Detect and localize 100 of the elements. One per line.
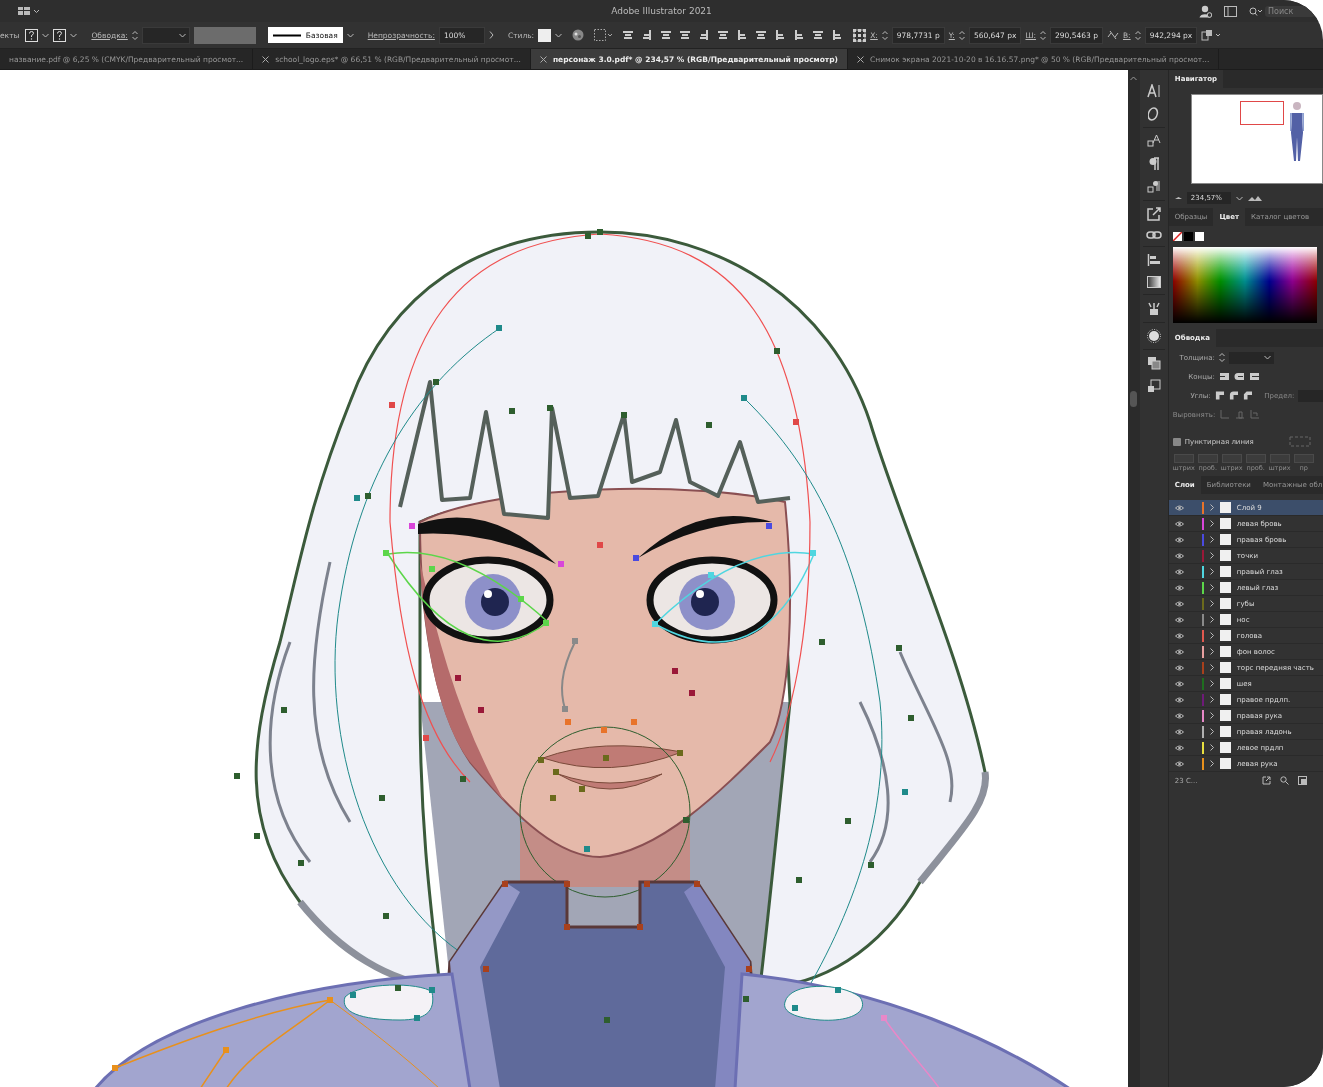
panel-layout-icon[interactable] <box>1224 5 1237 17</box>
dash-field[interactable] <box>1173 454 1194 463</box>
stroke-weight-field[interactable] <box>1228 351 1274 364</box>
chevron-right-icon[interactable] <box>1209 712 1214 719</box>
paragraph-icon[interactable] <box>1147 157 1160 171</box>
eye-icon[interactable] <box>1174 552 1184 559</box>
opentype-icon[interactable] <box>1147 107 1160 121</box>
gradient-icon[interactable] <box>1146 276 1161 288</box>
chevron-right-icon[interactable] <box>1209 680 1214 687</box>
eye-icon[interactable] <box>1174 616 1184 623</box>
eye-icon[interactable] <box>1174 504 1184 511</box>
eye-icon[interactable] <box>1174 760 1184 767</box>
search-field[interactable]: Поиск <box>1265 5 1315 17</box>
color-spectrum[interactable] <box>1172 247 1317 323</box>
stepper-icon[interactable] <box>1040 29 1047 41</box>
chevron-right-icon[interactable] <box>1209 744 1214 751</box>
eye-icon[interactable] <box>1174 744 1184 751</box>
eye-icon[interactable] <box>1174 600 1184 607</box>
close-icon[interactable] <box>262 55 270 63</box>
pathfinder-icon[interactable] <box>1146 356 1161 370</box>
close-icon[interactable] <box>539 55 547 63</box>
distribute-center-icon[interactable] <box>812 29 825 41</box>
chevron-down-icon[interactable] <box>1263 355 1271 360</box>
stroke-unknown-icon[interactable] <box>53 28 67 42</box>
eye-icon[interactable] <box>1174 536 1184 543</box>
links-icon[interactable] <box>1145 230 1162 240</box>
stepper-icon[interactable] <box>1134 29 1141 41</box>
chevron-right-icon[interactable] <box>1209 504 1214 511</box>
chevron-right-icon[interactable] <box>1209 616 1214 623</box>
distribute-middle-icon[interactable] <box>755 29 768 41</box>
eye-icon[interactable] <box>1174 680 1184 687</box>
scroll-handle[interactable] <box>1130 391 1138 407</box>
eye-icon[interactable] <box>1174 696 1184 703</box>
none-swatch-icon[interactable] <box>1172 232 1182 241</box>
dashed-line-checkbox[interactable] <box>1172 437 1181 446</box>
eye-icon[interactable] <box>1174 728 1184 735</box>
appearance-icon[interactable] <box>1146 329 1161 343</box>
round-cap-icon[interactable] <box>1233 371 1245 382</box>
eye-icon[interactable] <box>1174 584 1184 591</box>
chevron-right-icon[interactable] <box>1209 520 1214 527</box>
eye-icon[interactable] <box>1174 664 1184 671</box>
dash-field[interactable] <box>1293 454 1314 463</box>
butt-cap-icon[interactable] <box>1218 371 1230 382</box>
align-left-icon[interactable] <box>622 29 635 41</box>
export-icon[interactable] <box>1146 207 1161 221</box>
align-top-icon[interactable] <box>679 29 692 41</box>
eye-icon[interactable] <box>1174 568 1184 575</box>
user-add-icon[interactable] <box>1199 4 1212 18</box>
eye-icon[interactable] <box>1174 520 1184 527</box>
eye-icon[interactable] <box>1174 632 1184 639</box>
swatch-icon[interactable] <box>1183 232 1193 241</box>
style-swatch[interactable] <box>538 28 552 42</box>
chevron-down-icon[interactable] <box>1235 195 1243 201</box>
zoom-out-icon[interactable] <box>1174 196 1182 200</box>
character-styles-icon[interactable] <box>1146 134 1161 148</box>
chevron-right-icon[interactable] <box>1209 600 1214 607</box>
align-to-icon[interactable] <box>594 29 615 41</box>
chevron-right-icon[interactable] <box>1209 696 1214 703</box>
chevron-down-icon[interactable] <box>42 32 50 38</box>
align-icon[interactable] <box>1146 253 1161 267</box>
chevron-right-icon[interactable] <box>488 31 494 39</box>
dash-field[interactable] <box>1269 454 1290 463</box>
chevron-right-icon[interactable] <box>1209 632 1214 639</box>
swatch-icon[interactable] <box>1194 232 1204 241</box>
dash-field[interactable] <box>1221 454 1242 463</box>
chevron-right-icon[interactable] <box>1209 728 1214 735</box>
stepper-icon[interactable] <box>131 29 138 41</box>
clipping-mask-icon[interactable] <box>1298 776 1307 785</box>
fill-unknown-icon[interactable] <box>25 28 39 42</box>
chevron-down-icon[interactable] <box>555 32 563 38</box>
dash-field[interactable] <box>1197 454 1218 463</box>
chevron-down-icon[interactable] <box>346 32 354 38</box>
eye-icon[interactable] <box>1174 712 1184 719</box>
artboard-canvas[interactable] <box>0 70 1128 1087</box>
puppet-warp-icon[interactable] <box>1146 301 1161 316</box>
paragraph-styles-icon[interactable] <box>1146 180 1161 194</box>
recolor-icon[interactable] <box>572 29 585 41</box>
export-icon[interactable] <box>1262 776 1271 785</box>
chevron-right-icon[interactable] <box>1209 552 1214 559</box>
stepper-icon[interactable] <box>958 29 965 41</box>
search-icon[interactable] <box>1249 6 1263 16</box>
search-icon[interactable] <box>1280 776 1289 785</box>
chevron-right-icon[interactable] <box>1209 760 1214 767</box>
eye-icon[interactable] <box>1174 648 1184 655</box>
stepper-icon[interactable] <box>1218 352 1225 363</box>
close-icon[interactable] <box>857 55 864 63</box>
variable-width-dropdown[interactable] <box>193 26 256 44</box>
transform-grid-icon[interactable] <box>853 28 867 42</box>
workspace-switcher-icon[interactable] <box>18 6 40 16</box>
zoom-in-icon[interactable] <box>1247 195 1262 201</box>
chevron-right-icon[interactable] <box>1209 664 1214 671</box>
chevron-down-icon[interactable] <box>70 32 78 38</box>
chevron-right-icon[interactable] <box>1209 584 1214 591</box>
navigator-preview[interactable] <box>1190 94 1323 184</box>
miter-join-icon[interactable] <box>1214 390 1225 401</box>
square-cap-icon[interactable] <box>1248 371 1260 382</box>
chevron-right-icon[interactable] <box>1209 568 1214 575</box>
align-bottom-icon[interactable] <box>717 29 730 41</box>
bevel-join-icon[interactable] <box>1242 390 1253 401</box>
view-area-frame[interactable] <box>1239 101 1284 125</box>
